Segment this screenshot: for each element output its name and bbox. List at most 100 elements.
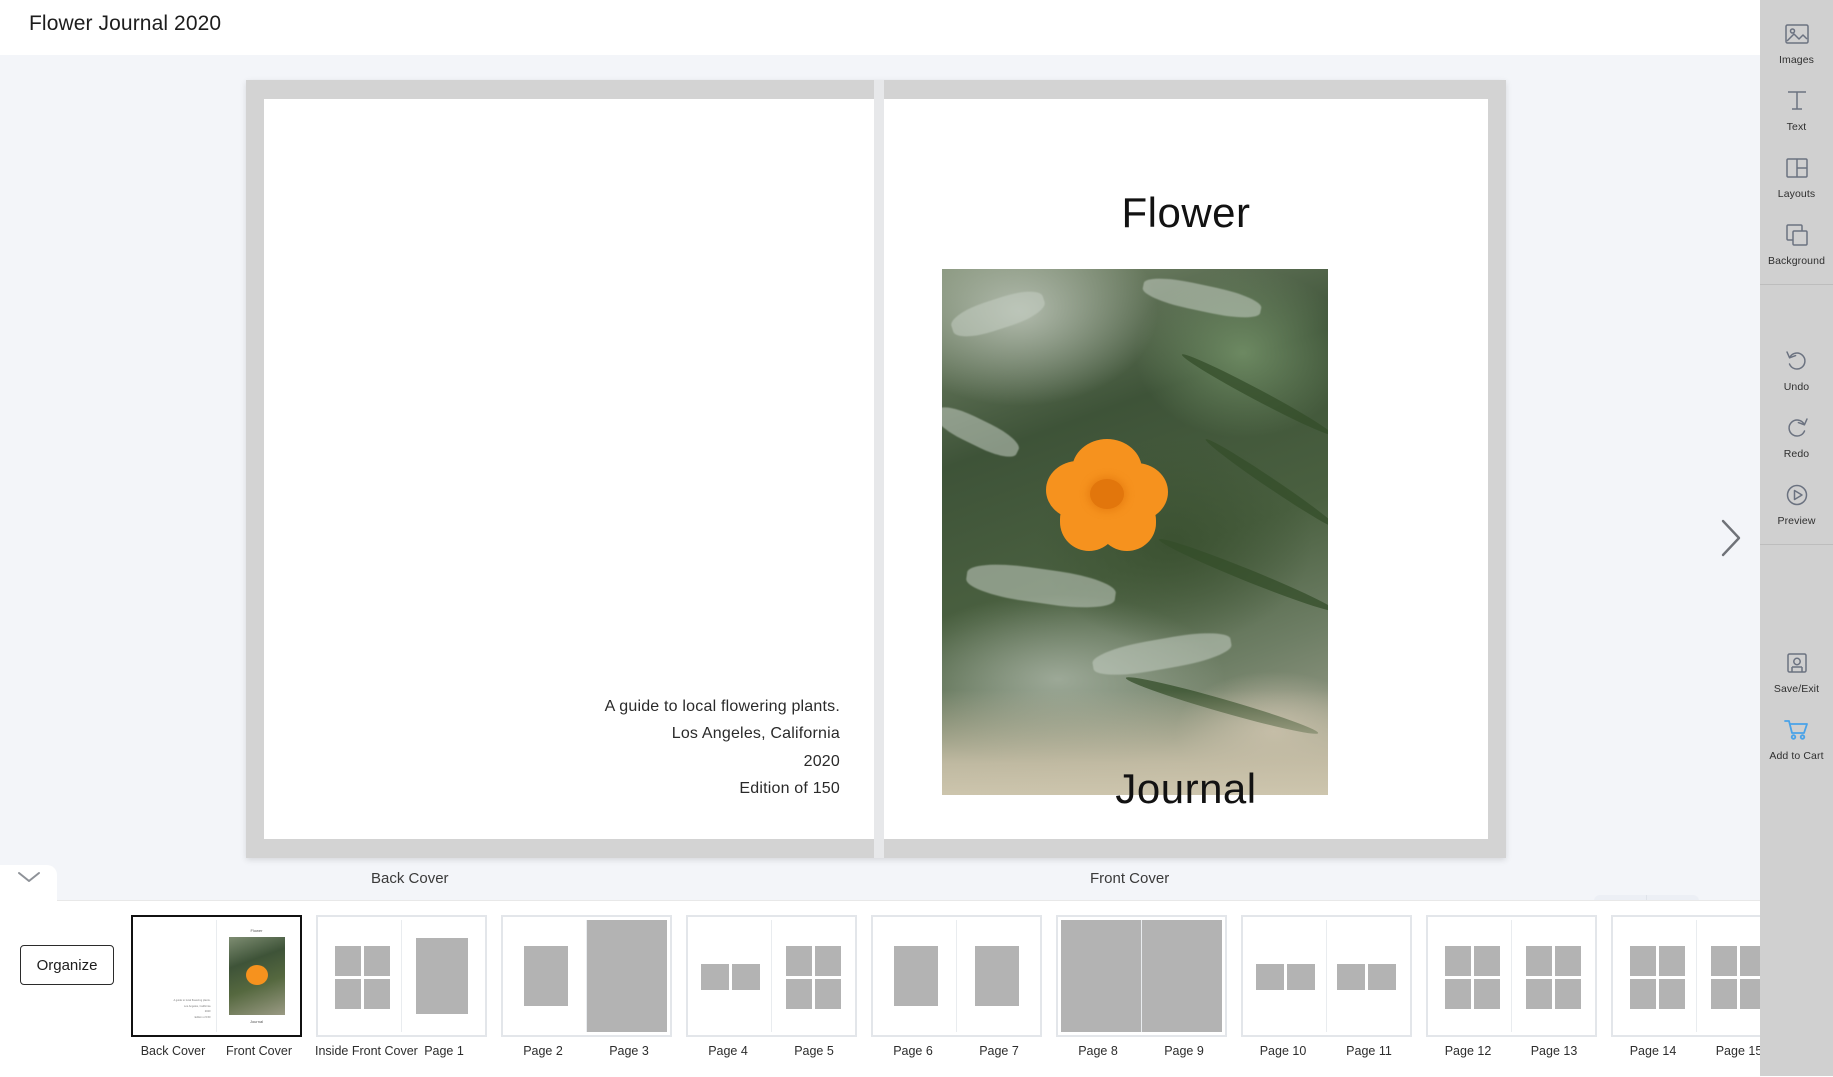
chevron-right-icon <box>1715 515 1745 561</box>
preview-icon <box>1783 481 1811 509</box>
save-icon <box>1783 648 1811 678</box>
filmstrip-spread[interactable]: Page 4Page 5 <box>685 915 857 1058</box>
thumb-page[interactable]: A guide to local flowering plants.Los An… <box>136 920 216 1032</box>
thumb-page[interactable] <box>956 920 1037 1032</box>
sidebar-item-add-to-cart[interactable]: Add to Cart <box>1760 704 1833 771</box>
thumb-label: Page 6 <box>870 1044 956 1058</box>
thumb-label: Page 4 <box>685 1044 771 1058</box>
thumb-card[interactable] <box>1611 915 1782 1037</box>
thumb-page[interactable] <box>1061 920 1141 1032</box>
front-cover-photo[interactable] <box>942 269 1328 795</box>
photo-placeholder <box>975 946 1019 1006</box>
organize-button[interactable]: Organize <box>20 945 114 985</box>
sidebar-spacer <box>1760 545 1833 587</box>
undo-icon <box>1783 347 1811 375</box>
back-cover-text-block[interactable]: A guide to local flowering plants. Los A… <box>605 693 840 803</box>
filmstrip-spread[interactable]: Inside Front CoverPage 1 <box>315 915 487 1058</box>
thumb-card[interactable] <box>871 915 1042 1037</box>
thumb-card[interactable] <box>316 915 487 1037</box>
photo-placeholder <box>524 946 568 1006</box>
thumb-label-row: Back CoverFront Cover <box>130 1044 302 1058</box>
thumb-label: Page 12 <box>1425 1044 1511 1058</box>
sidebar-group-actions: Save/ExitAdd to Cart <box>1760 629 1833 779</box>
thumb-label: Page 10 <box>1240 1044 1326 1058</box>
background-icon <box>1783 221 1811 249</box>
photo-placeholder <box>1711 979 1737 1009</box>
front-cover-caption: Front Cover <box>1090 870 1169 887</box>
thumb-label: Page 14 <box>1610 1044 1696 1058</box>
thumb-page[interactable] <box>401 920 482 1032</box>
sidebar-item-background[interactable]: Background <box>1760 209 1833 276</box>
photo-placeholder <box>1474 946 1500 976</box>
sidebar-item-label: Background <box>1768 255 1825 267</box>
photo-poppy-flower <box>1046 439 1168 555</box>
thumb-card[interactable] <box>1426 915 1597 1037</box>
sidebar-item-preview[interactable]: Preview <box>1760 469 1833 536</box>
sidebar-spacer <box>1760 285 1833 327</box>
save-icon <box>1783 649 1811 677</box>
photo-placeholder <box>364 979 390 1009</box>
photo-placeholder <box>1445 946 1471 976</box>
filmstrip-spread[interactable]: Page 14Page 15 <box>1610 915 1782 1058</box>
thumb-label: Page 11 <box>1326 1044 1412 1058</box>
thumb-page[interactable] <box>1616 920 1696 1032</box>
filmstrip-spread[interactable]: Page 12Page 13 <box>1425 915 1597 1058</box>
thumb-page[interactable] <box>1511 920 1592 1032</box>
thumb-label-row: Page 6Page 7 <box>870 1044 1042 1058</box>
book-spread[interactable]: A guide to local flowering plants. Los A… <box>246 80 1506 858</box>
photo-placeholder <box>701 964 729 990</box>
photo-placeholder <box>1526 946 1552 976</box>
page-front-cover[interactable]: Flower <box>884 99 1488 839</box>
filmstrip-spread[interactable]: Page 10Page 11 <box>1240 915 1412 1058</box>
thumb-page[interactable] <box>1246 920 1326 1032</box>
thumb-page[interactable]: FlowerJournal <box>216 920 297 1032</box>
sidebar-item-redo[interactable]: Redo <box>1760 402 1833 469</box>
sidebar-item-save-exit[interactable]: Save/Exit <box>1760 637 1833 704</box>
filmstrip-scroll[interactable]: A guide to local flowering plants.Los An… <box>130 915 1760 1075</box>
sidebar-item-images[interactable]: Images <box>1760 8 1833 75</box>
sidebar-item-layouts[interactable]: Layouts <box>1760 142 1833 209</box>
thumb-card-selected[interactable]: A guide to local flowering plants.Los An… <box>131 915 302 1037</box>
thumb-page[interactable] <box>1326 920 1407 1032</box>
redo-icon <box>1783 414 1811 442</box>
filmstrip-spread[interactable]: Page 8Page 9 <box>1055 915 1227 1058</box>
thumb-page[interactable] <box>321 920 401 1032</box>
text-icon <box>1783 87 1811 115</box>
front-cover-subtitle[interactable]: Journal <box>884 765 1488 813</box>
thumb-card[interactable] <box>686 915 857 1037</box>
next-spread-button[interactable] <box>1715 515 1745 561</box>
thumb-page[interactable] <box>586 920 667 1032</box>
image-icon <box>1783 20 1811 48</box>
thumb-label-row: Page 8Page 9 <box>1055 1044 1227 1058</box>
thumb-page[interactable] <box>876 920 956 1032</box>
background-icon <box>1783 220 1811 250</box>
front-cover-title[interactable]: Flower <box>884 189 1488 237</box>
thumb-page[interactable] <box>506 920 586 1032</box>
filmstrip-spread[interactable]: Page 6Page 7 <box>870 915 1042 1058</box>
layouts-icon <box>1783 154 1811 182</box>
back-cover-line: Edition of 150 <box>605 775 840 803</box>
photo-placeholder <box>1256 964 1284 990</box>
filmstrip-spread[interactable]: A guide to local flowering plants.Los An… <box>130 915 302 1058</box>
filmstrip-spread[interactable]: Page 2Page 3 <box>500 915 672 1058</box>
photo-placeholder <box>1555 979 1581 1009</box>
thumb-label-row: Inside Front CoverPage 1 <box>315 1044 487 1058</box>
chevron-down-icon <box>16 870 42 884</box>
thumb-label: Back Cover <box>130 1044 216 1058</box>
thumb-label: Page 5 <box>771 1044 857 1058</box>
thumb-card[interactable] <box>501 915 672 1037</box>
photo-placeholder <box>815 946 841 976</box>
thumb-page[interactable] <box>691 920 771 1032</box>
thumb-card[interactable] <box>1056 915 1227 1037</box>
sidebar-item-undo[interactable]: Undo <box>1760 335 1833 402</box>
thumb-page[interactable] <box>771 920 852 1032</box>
page-back-cover[interactable]: A guide to local flowering plants. Los A… <box>264 99 874 839</box>
thumb-label: Page 9 <box>1141 1044 1227 1058</box>
thumb-page[interactable] <box>1431 920 1511 1032</box>
sidebar-item-text[interactable]: Text <box>1760 75 1833 142</box>
collapse-filmstrip-button[interactable] <box>0 865 57 906</box>
thumb-label: Inside Front Cover <box>315 1044 401 1058</box>
sidebar-item-label: Images <box>1779 54 1814 66</box>
thumb-page[interactable] <box>1141 920 1222 1032</box>
thumb-card[interactable] <box>1241 915 1412 1037</box>
